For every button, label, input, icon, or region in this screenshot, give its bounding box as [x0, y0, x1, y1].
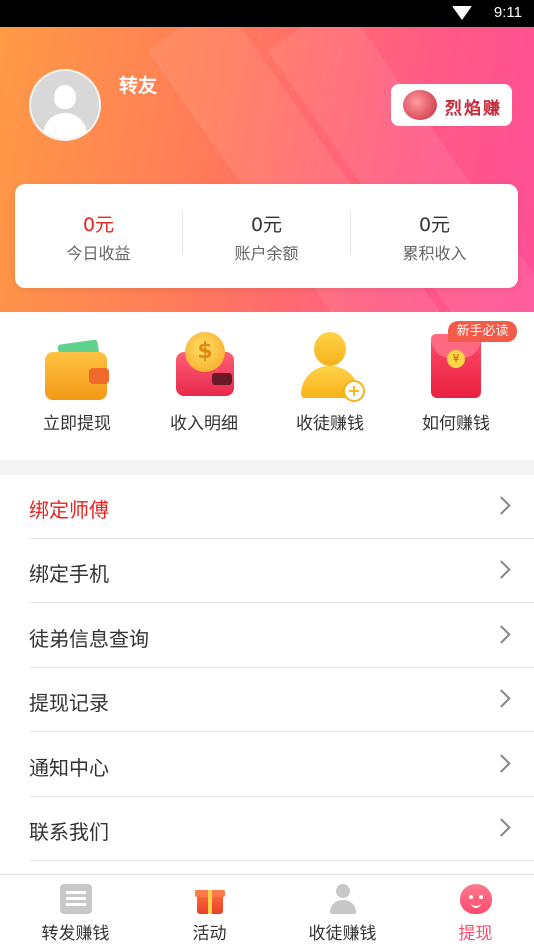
menu-item-label: 提现记录 — [29, 691, 109, 715]
menu-item-label: 通知中心 — [29, 756, 109, 780]
stat-label: 累积收入 — [402, 244, 467, 263]
earnings-card: 0元 今日收益 0元 账户余额 0元 累积收入 — [15, 184, 518, 288]
gift-icon — [194, 884, 226, 914]
menu-item-withdraw-history[interactable]: 提现记录 — [0, 668, 534, 732]
tab-label: 收徒赚钱 — [308, 924, 377, 944]
brand-mark-icon — [403, 90, 437, 120]
status-bar: 9:11 — [0, 0, 534, 27]
chevron-right-icon — [492, 689, 511, 708]
quick-action-withdraw[interactable]: 立即提现 — [12, 312, 142, 460]
newbie-badge: 新手必读 — [448, 321, 517, 342]
tab-withdraw[interactable]: 提现 — [409, 875, 534, 950]
tab-share-earn[interactable]: 转发赚钱 — [9, 875, 142, 950]
menu-item-apprentice-info[interactable]: 徒弟信息查询 — [0, 604, 534, 668]
stat-value: 0元 — [82, 214, 115, 236]
menu-item-bind-phone[interactable]: 绑定手机 — [0, 539, 534, 603]
quick-action-label: 立即提现 — [43, 414, 111, 434]
menu-item-label: 绑定师傅 — [29, 498, 109, 522]
menu-item-label: 联系我们 — [29, 820, 109, 844]
news-icon — [59, 884, 92, 914]
chevron-right-icon — [492, 496, 511, 515]
stat-total-income[interactable]: 0元 累积收入 — [351, 184, 518, 288]
bottom-tab-bar: 转发赚钱 活动 收徒赚钱 提现 — [0, 874, 534, 950]
stat-label: 今日收益 — [66, 244, 131, 263]
menu-item-notifications[interactable]: 通知中心 — [0, 733, 534, 797]
chevron-right-icon — [492, 560, 511, 579]
menu-item-label: 绑定手机 — [29, 562, 109, 586]
smile-face-icon — [459, 884, 492, 914]
username: 转友 — [119, 75, 158, 97]
stat-value: 0元 — [250, 214, 283, 236]
chevron-right-icon — [492, 818, 511, 837]
quick-action-income-details[interactable]: $ 收入明细 — [139, 312, 269, 460]
quick-action-label: 如何赚钱 — [422, 414, 490, 434]
wallet-icon — [45, 339, 109, 400]
tab-label: 转发赚钱 — [41, 924, 110, 944]
tab-label: 活动 — [192, 924, 227, 944]
settings-menu: 绑定师傅 绑定手机 徒弟信息查询 提现记录 通知中心 联系我们 — [0, 475, 534, 873]
stat-account-balance[interactable]: 0元 账户余额 — [183, 184, 350, 288]
menu-item-label: 徒弟信息查询 — [29, 627, 149, 651]
tab-activity[interactable]: 活动 — [143, 875, 276, 950]
wifi-icon — [452, 6, 472, 20]
quick-action-label: 收入明细 — [170, 414, 238, 434]
stat-today-earnings[interactable]: 0元 今日收益 — [15, 184, 182, 288]
red-envelope-icon: ¥ — [431, 334, 481, 398]
user-icon — [327, 884, 359, 914]
brand-logo: 烈焰赚 — [391, 84, 512, 126]
tab-label: 提现 — [458, 924, 493, 944]
quick-action-label: 收徒赚钱 — [296, 414, 364, 434]
quick-action-recruit[interactable]: + 收徒赚钱 — [265, 312, 395, 460]
avatar[interactable] — [29, 69, 101, 141]
menu-item-contact-us[interactable]: 联系我们 — [0, 797, 534, 861]
tab-recruit[interactable]: 收徒赚钱 — [276, 875, 409, 950]
chevron-right-icon — [492, 754, 511, 773]
coin-purse-icon: $ — [176, 332, 234, 396]
chevron-right-icon — [492, 625, 511, 644]
brand-name: 烈焰赚 — [445, 99, 502, 119]
menu-item-bind-master[interactable]: 绑定师傅 — [0, 475, 534, 539]
stat-value: 0元 — [418, 214, 451, 236]
stat-label: 账户余额 — [234, 244, 299, 263]
profile-header: 转友 烈焰赚 0元 今日收益 0元 账户余额 0元 累积收入 — [0, 27, 534, 312]
status-time: 9:11 — [493, 4, 522, 21]
add-person-icon: + — [301, 332, 365, 402]
